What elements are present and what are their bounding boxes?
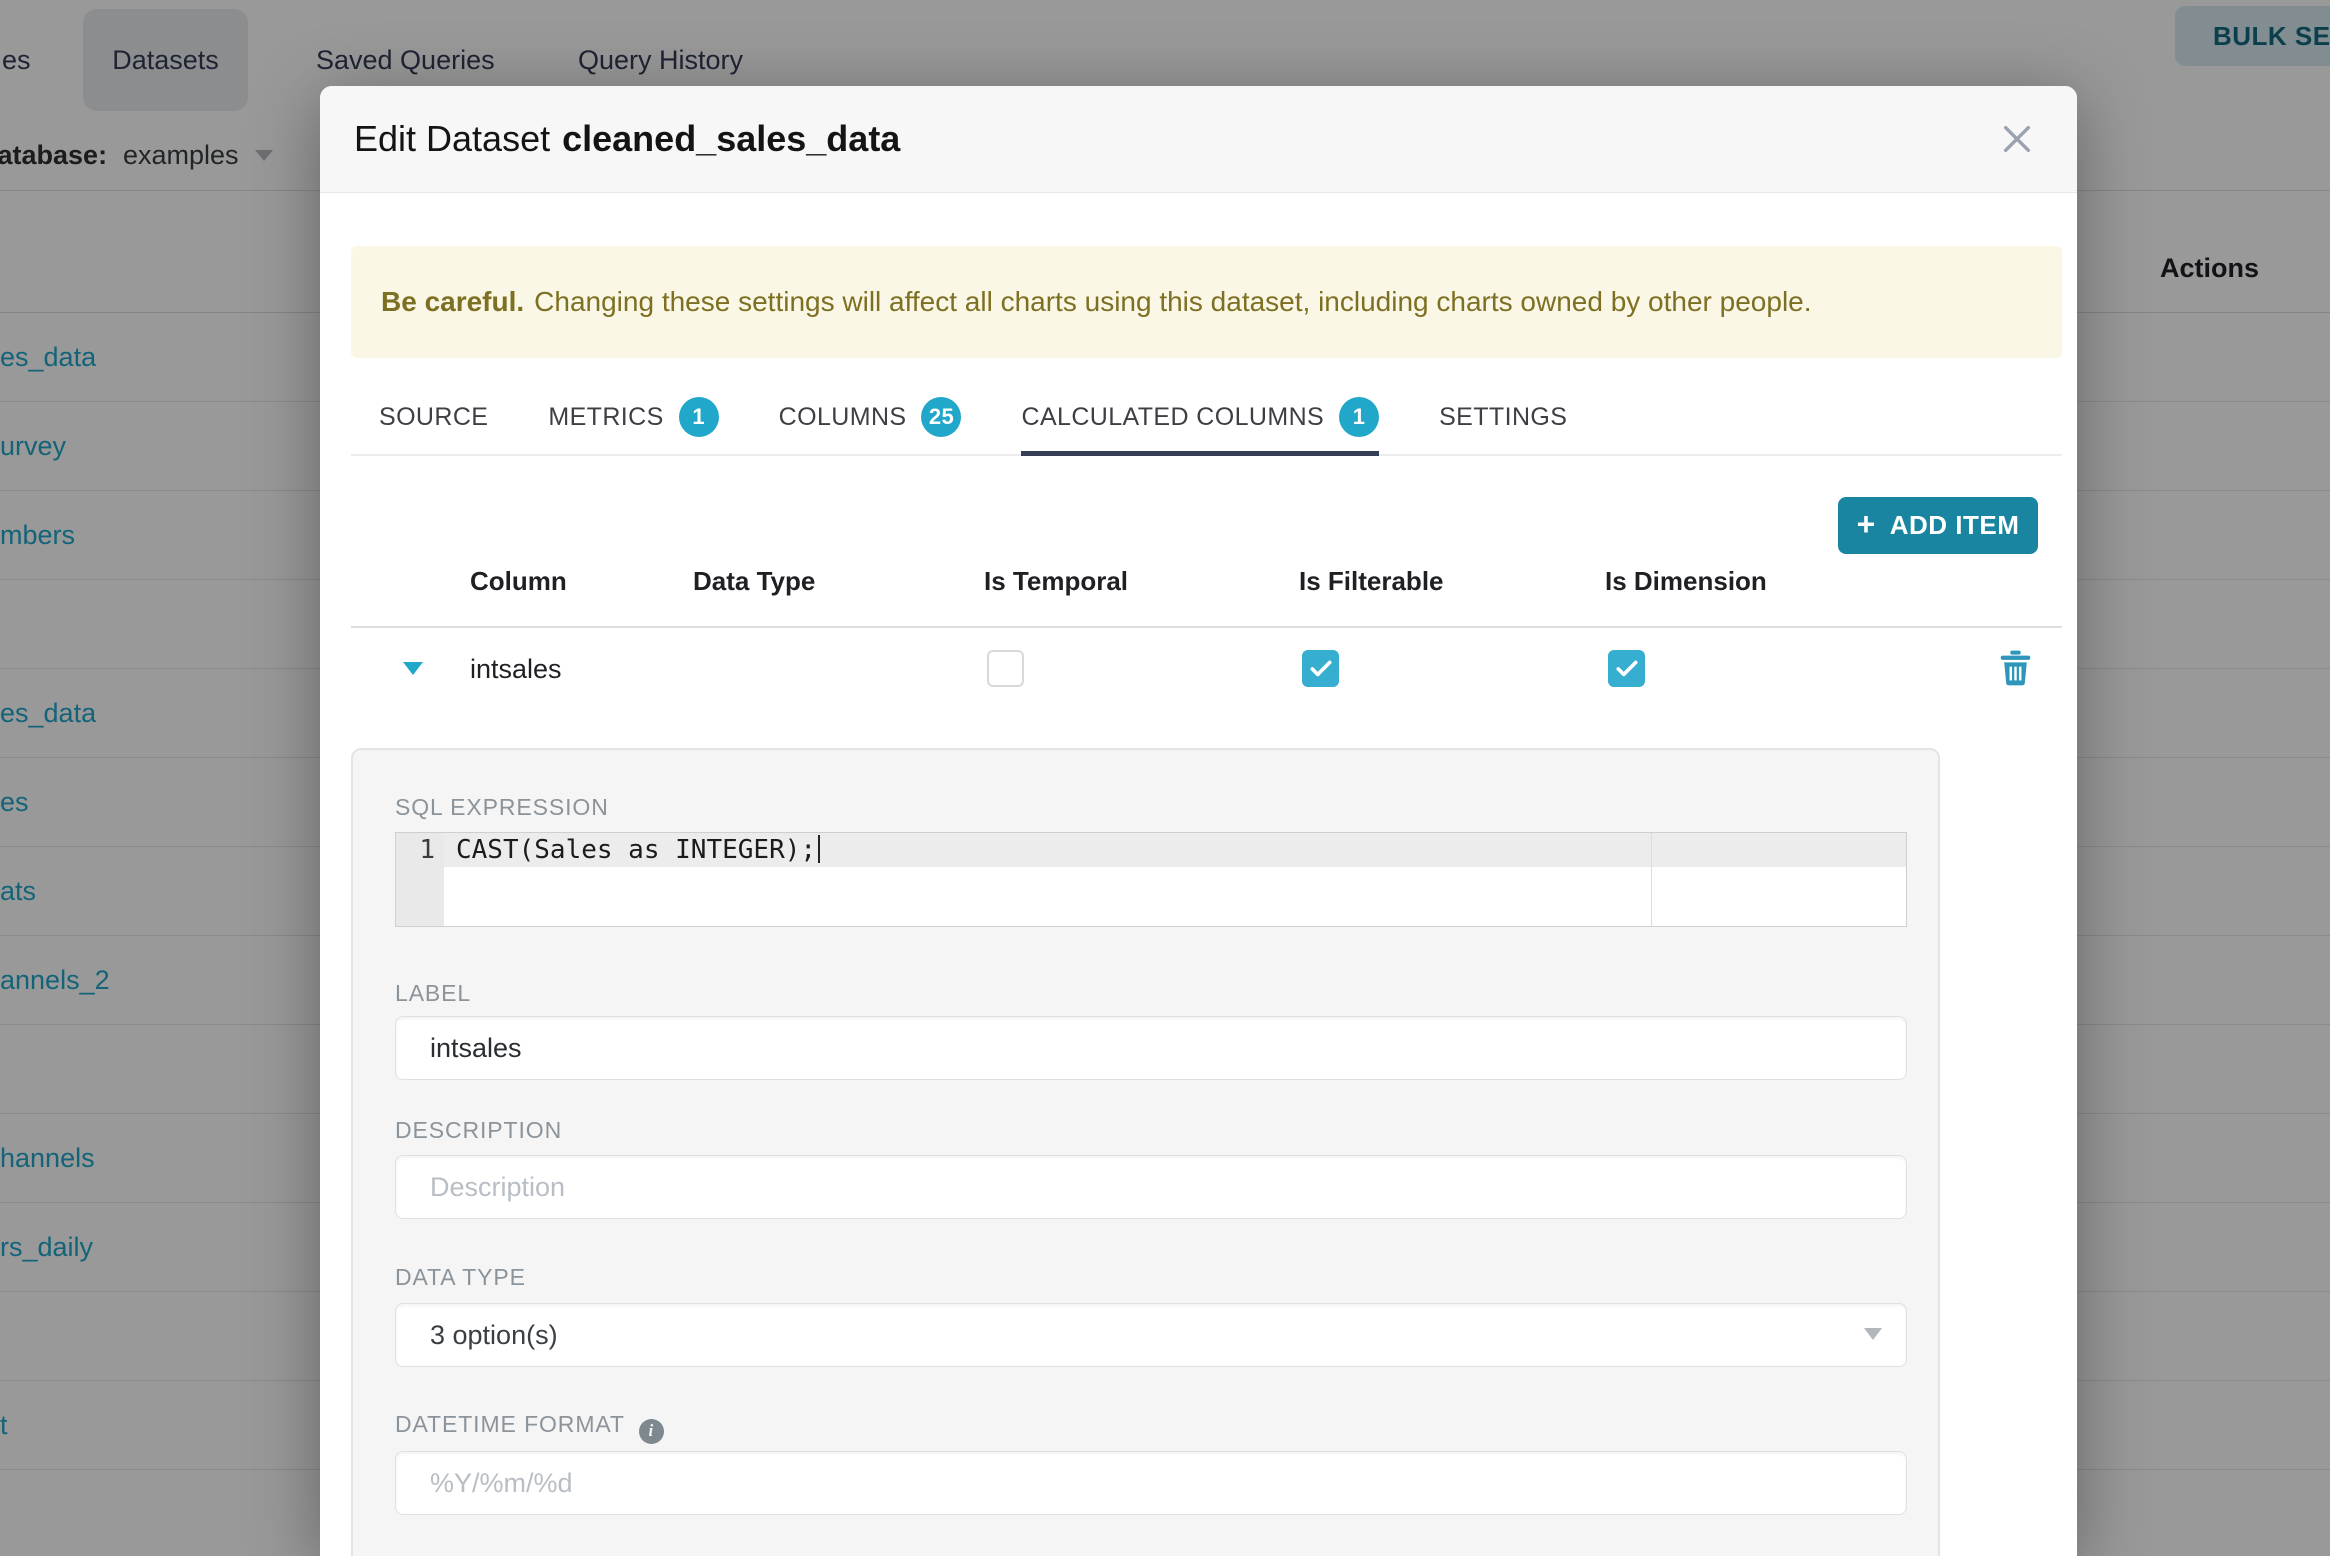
warning-banner-bold: Be careful. (381, 286, 525, 317)
datetime-format-label-text: DATETIME FORMAT (395, 1411, 625, 1437)
info-icon[interactable]: i (638, 1418, 664, 1444)
editor-line-number: 1 (419, 835, 435, 865)
is-filterable-checkbox[interactable] (1302, 650, 1339, 687)
edit-dataset-modal: Edit Dataset cleaned_sales_data Be caref… (320, 86, 2077, 1556)
calculated-columns-header-row: Column Data Type Is Temporal Is Filterab… (351, 560, 2062, 628)
add-item-button[interactable]: + ADD ITEM (1838, 497, 2038, 554)
add-item-label: ADD ITEM (1889, 510, 2020, 540)
close-icon[interactable] (1997, 119, 2037, 159)
modal-tabs: SOURCE METRICS 1 COLUMNS 25 CALCULATED C… (351, 380, 2062, 456)
header-is-temporal: Is Temporal (984, 566, 1129, 596)
metrics-count-badge: 1 (678, 397, 719, 437)
data-type-select[interactable]: 3 option(s) (395, 1303, 1907, 1367)
text-cursor (818, 835, 821, 863)
warning-banner: Be careful. Changing these settings will… (351, 246, 2062, 358)
modal-title-dataset-name: cleaned_sales_data (562, 118, 901, 159)
data-type-value: 3 option(s) (430, 1319, 558, 1350)
sql-expression-label: SQL EXPRESSION (395, 794, 609, 820)
tab-settings[interactable]: SETTINGS (1439, 380, 1567, 454)
tab-label: METRICS (548, 402, 664, 431)
calculated-columns-count-badge: 1 (1339, 397, 1380, 437)
label-input[interactable] (395, 1016, 1907, 1080)
editor-print-margin (1651, 833, 1652, 926)
tab-label: CALCULATED COLUMNS (1021, 402, 1325, 431)
sql-code-text: CAST(Sales as INTEGER); (456, 835, 817, 865)
column-name: intsales (470, 653, 562, 684)
tab-label: SETTINGS (1439, 402, 1568, 431)
datetime-format-label: DATETIME FORMAT i (395, 1411, 664, 1444)
data-type-label: DATA TYPE (395, 1264, 526, 1290)
screen: es Datasets Saved Queries Query History … (0, 0, 2330, 1556)
is-dimension-checkbox[interactable] (1608, 650, 1645, 687)
description-input[interactable] (395, 1155, 1907, 1219)
modal-title-prefix: Edit Dataset (354, 118, 551, 159)
modal-header: Edit Dataset cleaned_sales_data (320, 86, 2077, 193)
collapse-caret-icon[interactable] (403, 662, 423, 675)
tab-label: SOURCE (379, 402, 489, 431)
header-is-dimension: Is Dimension (1605, 566, 1767, 596)
header-is-filterable: Is Filterable (1299, 566, 1444, 596)
tab-source[interactable]: SOURCE (379, 380, 488, 454)
description-label: DESCRIPTION (395, 1117, 563, 1143)
header-column: Column (470, 566, 567, 596)
plus-icon: + (1856, 506, 1876, 542)
header-data-type: Data Type (693, 566, 816, 596)
sql-code: CAST(Sales as INTEGER); (456, 835, 821, 865)
calculated-column-detail-panel: SQL EXPRESSION 1 CAST(Sales as INTEGER);… (351, 748, 1940, 1556)
tab-metrics[interactable]: METRICS 1 (548, 380, 719, 454)
label-label: LABEL (395, 980, 472, 1006)
datetime-format-input[interactable] (395, 1451, 1907, 1515)
tab-label: COLUMNS (778, 402, 907, 431)
delete-icon[interactable] (1999, 650, 2032, 691)
warning-banner-text: Changing these settings will affect all … (534, 286, 1812, 317)
calculated-column-row: intsales (351, 626, 2062, 712)
chevron-down-icon (1864, 1328, 1882, 1340)
sql-editor[interactable]: 1 CAST(Sales as INTEGER); (395, 832, 1907, 927)
tab-columns[interactable]: COLUMNS 25 (779, 380, 962, 454)
is-temporal-checkbox[interactable] (987, 650, 1024, 687)
columns-count-badge: 25 (921, 397, 962, 437)
modal-title: Edit Dataset cleaned_sales_data (354, 86, 900, 192)
tab-calculated-columns[interactable]: CALCULATED COLUMNS 1 (1021, 380, 1380, 456)
